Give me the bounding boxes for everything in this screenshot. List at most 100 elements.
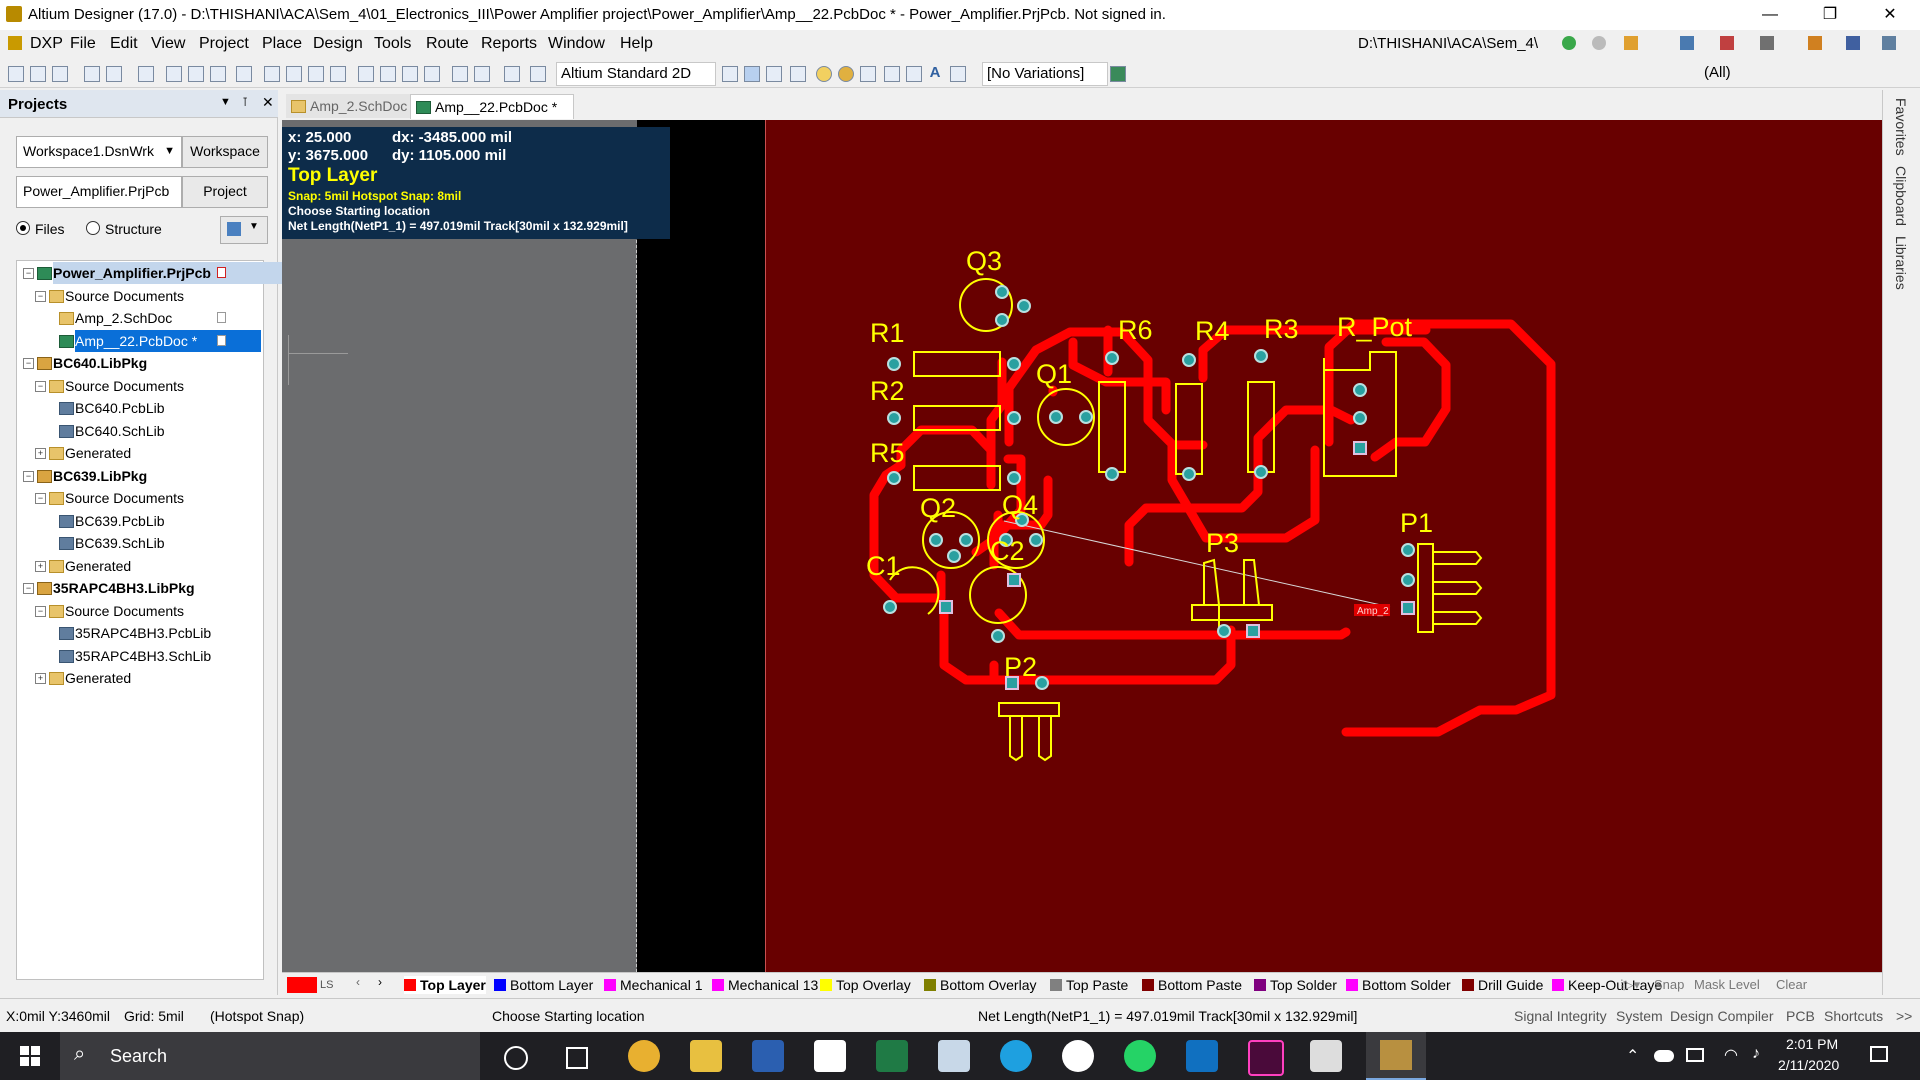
rubber-stamp-icon[interactable] [330, 66, 346, 82]
signal-integrity-button[interactable]: Signal Integrity [1514, 1008, 1607, 1024]
route-active-icon[interactable] [744, 66, 760, 82]
designator-c2[interactable]: C2 [990, 536, 1025, 566]
filter-all-combo[interactable]: (All) [1700, 62, 1874, 84]
layer-tab[interactable]: Mechanical 1 [604, 976, 703, 994]
new-icon[interactable] [8, 66, 24, 82]
menu-help[interactable]: Help [620, 35, 653, 53]
forward-icon[interactable] [1592, 36, 1606, 50]
designator-r1[interactable]: R1 [870, 318, 905, 348]
menu-file[interactable]: File [70, 35, 96, 53]
slack-icon[interactable] [1062, 1040, 1094, 1072]
clock-date[interactable]: 2/11/2020 [1778, 1057, 1839, 1073]
layer-tab[interactable]: Bottom Overlay [924, 976, 1036, 994]
pcb-board[interactable]: Q3 R1 R2 R6 R4 R3 R_Pot Q1 R5 Q2 Q4 C2 C… [765, 120, 1882, 972]
select-area-icon[interactable] [358, 66, 374, 82]
wifi-icon[interactable]: ◠ [1724, 1045, 1738, 1065]
variant-icon[interactable] [1110, 66, 1126, 82]
back-icon[interactable] [1562, 36, 1576, 50]
tree-expander-icon[interactable]: − [23, 268, 34, 279]
pad-icon[interactable] [816, 66, 832, 82]
menu-design[interactable]: Design [313, 35, 363, 53]
layer-tab[interactable]: Top Overlay [820, 976, 911, 994]
designator-q1[interactable]: Q1 [1036, 359, 1072, 389]
diff-pair-icon[interactable] [766, 66, 782, 82]
home-icon[interactable] [1624, 36, 1638, 50]
tree-item[interactable]: + Generated [17, 442, 263, 464]
designator-r2[interactable]: R2 [870, 376, 905, 406]
layer-tab[interactable]: Top Solder [1254, 976, 1337, 994]
tree-expander-icon[interactable]: − [35, 290, 46, 302]
structure-radio[interactable] [86, 221, 100, 235]
designator-q4[interactable]: Q4 [1002, 490, 1038, 520]
notification-icon[interactable] [1870, 1046, 1888, 1062]
word-icon[interactable] [752, 1040, 784, 1072]
workspace-button[interactable]: Workspace [182, 136, 268, 168]
layer-tab[interactable]: Keep-Out Laye [1552, 976, 1662, 994]
layout-icon[interactable] [1846, 36, 1860, 50]
variations-combo[interactable]: [No Variations] [982, 62, 1108, 86]
designator-r4[interactable]: R4 [1195, 316, 1230, 346]
panel-menu-icon[interactable]: ▼ [220, 96, 231, 108]
designator-r3[interactable]: R3 [1264, 314, 1299, 344]
menu-route[interactable]: Route [426, 35, 469, 53]
pcb-workspace[interactable]: Q3 R1 R2 R6 R4 R3 R_Pot Q1 R5 Q2 Q4 C2 C… [282, 120, 1882, 972]
outside-board-area[interactable] [282, 120, 637, 972]
tree-item[interactable]: 35RAPC4BH3.SchLib [17, 645, 263, 667]
browse-component-icon[interactable] [530, 66, 546, 82]
skype-icon[interactable] [1000, 1040, 1032, 1072]
layer-tab[interactable]: Bottom Layer [494, 976, 593, 994]
clear-filter-icon[interactable] [424, 66, 440, 82]
more-panels-button[interactable]: >> [1896, 1008, 1912, 1024]
redo-icon[interactable] [474, 66, 490, 82]
cut-icon[interactable] [264, 66, 280, 82]
designator-q2[interactable]: Q2 [920, 493, 956, 523]
workspace-combo[interactable]: Workspace1.DsnWrk ▼ [16, 136, 182, 168]
arc-icon[interactable] [860, 66, 876, 82]
battery-icon[interactable] [1686, 1048, 1704, 1062]
paste-icon[interactable] [308, 66, 324, 82]
menu-window[interactable]: Window [548, 35, 605, 53]
filter-combo-2[interactable] [1612, 62, 1700, 84]
whatsapp-icon[interactable] [1124, 1040, 1156, 1072]
layer-scroll-left-icon[interactable]: ‹ [356, 975, 360, 989]
tree-item[interactable]: − Source Documents [17, 375, 263, 397]
restore-button[interactable]: ❐ [1800, 0, 1860, 30]
windows-start-icon[interactable] [20, 1046, 40, 1066]
excel-icon[interactable] [876, 1040, 908, 1072]
fill-icon[interactable] [884, 66, 900, 82]
menu-project[interactable]: Project [199, 35, 249, 53]
designator-rpot[interactable]: R_Pot [1337, 312, 1413, 342]
snap-button[interactable]: Snap [1654, 977, 1684, 992]
panel-close-icon[interactable]: ✕ [262, 94, 274, 111]
design-tools-icon[interactable] [1720, 36, 1734, 50]
designator-p3[interactable]: P3 [1206, 528, 1239, 558]
layer-tab[interactable]: Bottom Paste [1142, 976, 1242, 994]
path-combo[interactable]: D:\THISHANI\ACA\Sem_4\ [1358, 33, 1558, 55]
tree-item[interactable]: − BC640.LibPkg [17, 352, 263, 374]
grid-icon[interactable] [1882, 36, 1896, 50]
volume-icon[interactable]: ♪ [1752, 1045, 1760, 1063]
tree-item[interactable]: BC639.PcbLib [17, 510, 263, 532]
menu-edit[interactable]: Edit [110, 35, 138, 53]
mask-level-button[interactable]: Mask Level [1694, 977, 1760, 992]
tree-item[interactable]: Amp_2.SchDoc [17, 307, 263, 329]
zoom-fit-icon[interactable] [166, 66, 182, 82]
design-compiler-button[interactable]: Design Compiler [1670, 1008, 1773, 1024]
cross-probe-icon[interactable] [236, 66, 252, 82]
polygon-icon[interactable] [906, 66, 922, 82]
string-icon[interactable]: A [928, 65, 942, 80]
tree-item[interactable]: − 35RAPC4BH3.LibPkg [17, 577, 263, 599]
tree-item[interactable]: BC640.SchLib [17, 420, 263, 442]
deselect-icon[interactable] [402, 66, 418, 82]
folder-icon[interactable] [138, 66, 154, 82]
designator-p1[interactable]: P1 [1400, 508, 1433, 538]
tree-item[interactable]: BC640.PcbLib [17, 397, 263, 419]
undo-icon[interactable] [452, 66, 468, 82]
designator-r5[interactable]: R5 [870, 438, 905, 468]
designator-q3[interactable]: Q3 [966, 246, 1002, 276]
system-button[interactable]: System [1616, 1008, 1663, 1024]
close-button[interactable]: ✕ [1860, 0, 1920, 30]
tree-expander-icon[interactable]: − [35, 380, 46, 392]
layer-tab[interactable]: Top Layer [404, 976, 486, 994]
zoom-icon[interactable] [210, 66, 226, 82]
